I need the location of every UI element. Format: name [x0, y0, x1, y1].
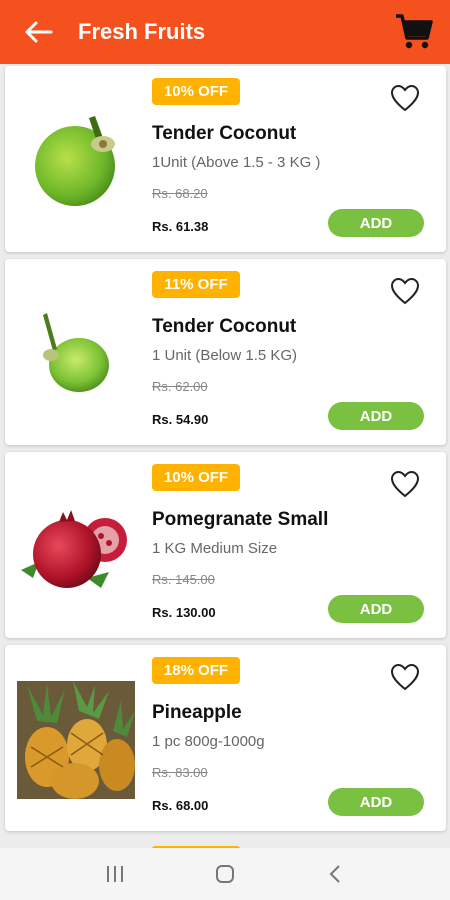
home-button[interactable] [205, 854, 245, 894]
add-button[interactable]: ADD [328, 788, 424, 816]
product-card[interactable]: 10% OFF Pomegranate Small 1 KG Medium Si… [5, 452, 446, 638]
discount-badge: 11% OFF [152, 271, 240, 298]
product-list[interactable]: 10% OFF Tender Coconut 1Unit (Above 1.5 … [0, 64, 450, 848]
back-icon [329, 865, 340, 883]
product-name: Pineapple [152, 702, 242, 723]
add-button[interactable]: ADD [328, 209, 424, 237]
wishlist-button[interactable] [389, 661, 421, 693]
wishlist-button[interactable] [389, 275, 421, 307]
product-mrp: Rs. 62.00 [152, 379, 208, 394]
product-card[interactable]: 11% OFF Tender Coconut 1 Unit (Below 1.5… [5, 259, 446, 445]
app-bar: Fresh Fruits [0, 0, 450, 64]
cart-button[interactable] [386, 4, 442, 60]
wishlist-button[interactable] [389, 468, 421, 500]
product-mrp: Rs. 145.00 [152, 572, 215, 587]
back-button[interactable] [6, 0, 70, 64]
discount-badge: 10% OFF [152, 464, 240, 491]
add-button[interactable]: ADD [328, 402, 424, 430]
heart-icon [390, 470, 420, 498]
product-price: Rs. 54.90 [152, 412, 209, 427]
system-back-button[interactable] [315, 854, 355, 894]
add-button[interactable]: ADD [328, 595, 424, 623]
product-price: Rs. 68.00 [152, 798, 209, 813]
product-card[interactable]: 18% OFF Pineapple 1 pc 800g-1000g Rs. 83… [5, 645, 446, 831]
heart-icon [390, 84, 420, 112]
heart-icon [390, 277, 420, 305]
product-card[interactable]: 10% OFF Tender Coconut 1Unit (Above 1.5 … [5, 66, 446, 252]
product-mrp: Rs. 68.20 [152, 186, 208, 201]
product-name: Tender Coconut [152, 123, 297, 144]
coconut-image [35, 116, 115, 206]
product-name: Pomegranate Small [152, 509, 329, 530]
product-quantity: 1 pc 800g-1000g [152, 733, 265, 750]
recent-apps-icon [107, 866, 123, 882]
product-quantity: 1 Unit (Below 1.5 KG) [152, 347, 298, 364]
product-name: Tender Coconut [152, 316, 297, 337]
product-mrp: Rs. 83.00 [152, 765, 208, 780]
coconut-image [43, 313, 109, 392]
product-quantity: 1Unit (Above 1.5 - 3 KG ) [152, 154, 321, 171]
product-quantity: 1 KG Medium Size [152, 540, 278, 557]
recent-apps-button[interactable] [95, 854, 135, 894]
discount-badge: 10% OFF [152, 78, 240, 105]
heart-icon [390, 663, 420, 691]
system-nav-bar [0, 848, 450, 900]
page-title: Fresh Fruits [78, 19, 206, 44]
product-price: Rs. 130.00 [152, 605, 216, 620]
product-price: Rs. 61.38 [152, 219, 209, 234]
home-icon [216, 865, 234, 883]
pineapple-image [17, 681, 135, 799]
discount-badge: 18% OFF [152, 657, 240, 684]
arrow-left-icon [25, 21, 53, 43]
cart-icon [396, 14, 433, 49]
wishlist-button[interactable] [389, 82, 421, 114]
pomegranate-image [21, 510, 127, 588]
